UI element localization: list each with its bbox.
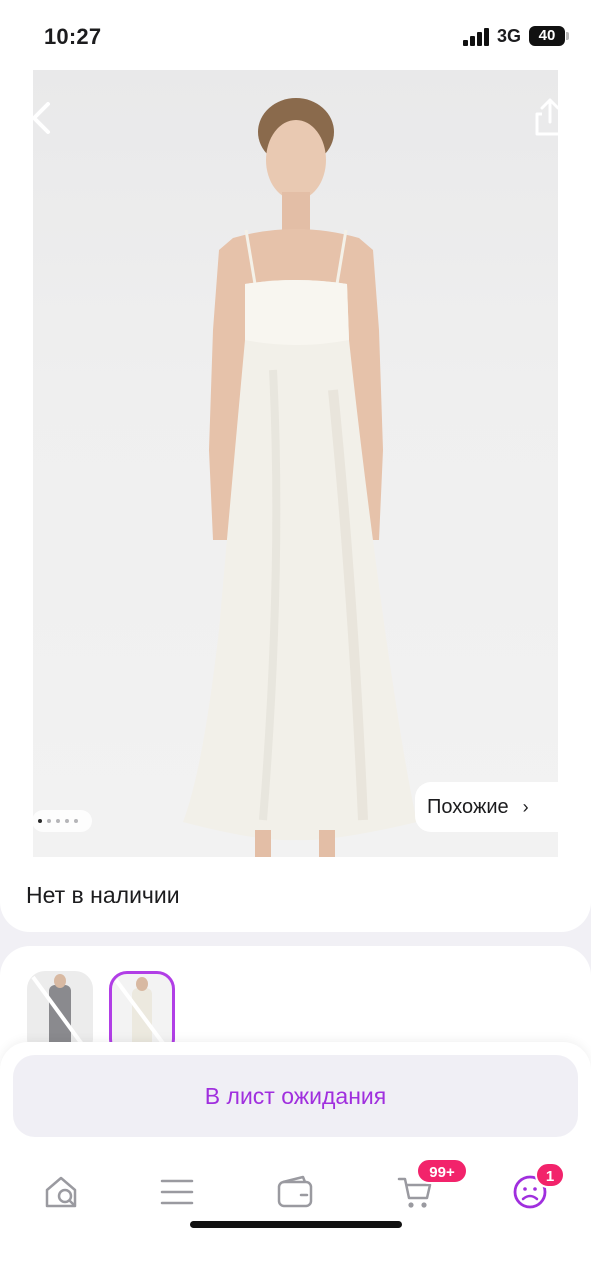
product-image[interactable] [33,70,558,857]
gallery-dots [32,810,92,832]
chevron-right-icon: › [522,796,529,817]
gallery-dot [56,819,60,823]
tab-bar: 99+ 1 [0,1152,591,1232]
wallet-icon [277,1175,313,1208]
profile-badge: 1 [535,1162,565,1188]
tab-wallet[interactable] [270,1166,320,1216]
waitlist-button[interactable]: В лист ожидания [13,1055,578,1137]
signal-icon [463,28,491,46]
gallery-dot [38,819,42,823]
status-bar: 10:27 3G 40 [0,0,591,70]
product-page: 10:27 3G 40 Похожие › Нет в наличии В ли… [0,0,591,1280]
network-type: 3G [497,26,522,46]
similar-label: Похожие [427,795,509,818]
bottom-sheet: В лист ожидания 99+ 1 [0,1042,591,1280]
gallery-dot [74,819,78,823]
similar-button[interactable]: Похожие › [415,782,561,832]
home-indicator [190,1221,402,1228]
share-icon [535,98,565,136]
chevron-left-icon [32,102,50,134]
menu-lines-icon [160,1179,194,1205]
tab-profile[interactable]: 1 [505,1162,565,1216]
battery-icon: 40 [529,26,569,46]
tab-home[interactable] [36,1166,86,1216]
dress-illustration [183,98,417,857]
back-button[interactable] [22,92,62,142]
status-time: 10:27 [44,24,102,49]
gallery-dot [47,819,51,823]
tab-cart[interactable]: 99+ [390,1158,468,1216]
home-search-icon [45,1176,77,1208]
share-button[interactable] [530,92,570,142]
tab-catalog[interactable] [152,1166,202,1216]
availability-status: Нет в наличии [26,882,180,908]
product-card: Похожие › Нет в наличии [0,70,591,932]
cart-badge: 99+ [416,1158,468,1184]
gallery-dot [65,819,69,823]
